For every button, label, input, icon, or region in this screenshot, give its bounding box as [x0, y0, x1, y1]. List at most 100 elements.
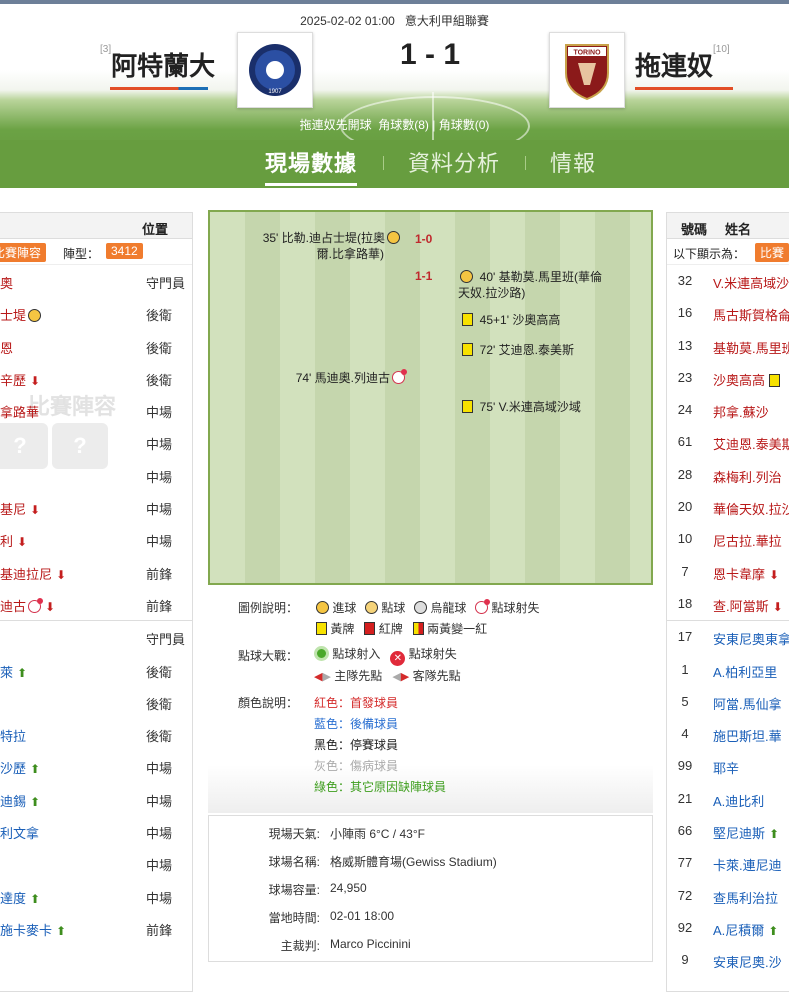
- home-player-row[interactable]: 沙歷 ⬆ 中場: [0, 750, 192, 782]
- away-player-row[interactable]: 24 邦拿.蘇沙: [667, 394, 789, 426]
- player-name[interactable]: 查馬利治拉: [713, 888, 778, 907]
- away-player-row[interactable]: 92 A.尼積爾 ⬆: [667, 912, 789, 944]
- player-name[interactable]: 森梅利.列治: [713, 467, 782, 486]
- home-player-row[interactable]: 中場: [0, 459, 192, 491]
- formation-value: 3412: [106, 243, 143, 259]
- home-player-row[interactable]: 後衛: [0, 686, 192, 718]
- player-name[interactable]: A.迪比利: [713, 791, 764, 810]
- home-player-row[interactable]: 拿路華 中場: [0, 394, 192, 426]
- player-name[interactable]: 基尼 ⬇: [0, 499, 40, 518]
- red-card-icon: [364, 622, 376, 635]
- player-name[interactable]: 沙奧高高: [713, 370, 780, 389]
- player-name[interactable]: V.米連高域沙: [713, 273, 789, 292]
- display-tag[interactable]: 比賽: [755, 243, 789, 262]
- home-team-logo[interactable]: 1907: [237, 32, 313, 108]
- player-number: 5: [681, 693, 689, 709]
- lineup-tag[interactable]: 比賽陣容: [0, 243, 47, 262]
- away-player-row[interactable]: 13 基勒莫.馬里班: [667, 330, 789, 362]
- home-team-name[interactable]: [3]阿特蘭大: [100, 44, 215, 83]
- player-name[interactable]: 艾迪恩.泰美斯: [713, 434, 789, 453]
- home-player-row[interactable]: 特拉 後衛: [0, 718, 192, 750]
- player-name[interactable]: A.尼積爾 ⬆: [713, 920, 778, 939]
- home-player-row[interactable]: 奧 守門員: [0, 265, 192, 297]
- away-player-row[interactable]: 77 卡萊.連尼迪: [667, 847, 789, 879]
- away-player-row[interactable]: 20 華倫天奴.拉沙: [667, 491, 789, 523]
- player-name[interactable]: 恩: [0, 338, 13, 357]
- home-player-row[interactable]: 利 ⬇ 中場: [0, 523, 192, 555]
- player-name[interactable]: 查.阿當斯 ⬇: [713, 596, 783, 615]
- player-name[interactable]: 安東尼奧.沙: [713, 952, 782, 971]
- first-kick-legend: ◀▶ 主隊先點 ◀▶ 客隊先點: [314, 669, 461, 683]
- player-name[interactable]: 尼古拉.華拉: [713, 531, 782, 550]
- player-name[interactable]: 沙歷 ⬆: [0, 758, 40, 777]
- tab-analysis[interactable]: 資料分析: [408, 146, 500, 178]
- player-number: 20: [677, 499, 693, 515]
- player-name[interactable]: 恩卡韋摩 ⬇: [713, 564, 779, 583]
- goal-icon: [28, 309, 42, 323]
- player-number: 92: [677, 919, 693, 935]
- player-name[interactable]: 士堤: [0, 305, 42, 324]
- player-name[interactable]: 安東尼奧東拿: [713, 629, 789, 648]
- tab-live-data[interactable]: 現場數據: [265, 146, 357, 178]
- player-name[interactable]: A.柏利亞里: [713, 662, 777, 681]
- away-player-row[interactable]: 32 V.米連高域沙: [667, 265, 789, 297]
- away-player-row[interactable]: 99 耶辛: [667, 750, 789, 782]
- player-name[interactable]: 奧: [0, 273, 13, 292]
- player-name[interactable]: 施卡麥卡 ⬆: [0, 920, 66, 939]
- player-name[interactable]: 馬古斯賀格侖: [713, 305, 789, 324]
- player-name[interactable]: 利 ⬇: [0, 531, 27, 550]
- player-name[interactable]: 卡萊.連尼迪: [713, 855, 782, 874]
- home-player-row[interactable]: 迪錫 ⬆ 中場: [0, 783, 192, 815]
- player-name[interactable]: 辛歷 ⬇: [0, 370, 40, 389]
- goal-icon: [460, 270, 473, 283]
- away-player-row[interactable]: 61 艾迪恩.泰美斯: [667, 426, 789, 458]
- away-player-row[interactable]: 18 查.阿當斯 ⬇: [667, 588, 789, 620]
- home-player-row[interactable]: 基尼 ⬇ 中場: [0, 491, 192, 523]
- player-name[interactable]: 耶辛: [713, 758, 739, 777]
- player-name[interactable]: 萊 ⬆: [0, 662, 27, 681]
- home-player-row[interactable]: 辛歷 ⬇ 後衛: [0, 362, 192, 394]
- home-player-row[interactable]: 萊 ⬆ 後衛: [0, 654, 192, 686]
- player-name[interactable]: 利文拿: [0, 823, 39, 842]
- home-player-row[interactable]: 利文拿 中場: [0, 815, 192, 847]
- away-player-row[interactable]: 5 阿當.馬仙拿: [667, 686, 789, 718]
- away-player-row[interactable]: 66 堅尼迪斯 ⬆: [667, 815, 789, 847]
- player-name[interactable]: 基迪拉尼 ⬇: [0, 564, 66, 583]
- home-player-row[interactable]: 中場: [0, 847, 192, 879]
- player-name[interactable]: 邦拿.蘇沙: [713, 402, 769, 421]
- away-player-row[interactable]: 21 A.迪比利: [667, 783, 789, 815]
- away-player-row[interactable]: 72 查馬利治拉: [667, 880, 789, 912]
- away-player-row[interactable]: 28 森梅利.列治: [667, 459, 789, 491]
- home-player-row[interactable]: 迪古 ⬇ 前鋒: [0, 588, 192, 620]
- away-player-row[interactable]: 10 尼古拉.華拉: [667, 523, 789, 555]
- tab-intel[interactable]: 情報: [550, 146, 596, 178]
- away-player-row[interactable]: 4 施巴斯坦.華: [667, 718, 789, 750]
- away-player-row[interactable]: 1 A.柏利亞里: [667, 654, 789, 686]
- player-name[interactable]: 華倫天奴.拉沙: [713, 499, 789, 518]
- home-player-row[interactable]: 達度 ⬆ 中場: [0, 880, 192, 912]
- player-position: 後衛: [146, 372, 173, 388]
- home-player-row[interactable]: 恩 後衛: [0, 330, 192, 362]
- player-name[interactable]: 拿路華: [0, 402, 39, 421]
- away-team-name[interactable]: 拖連奴[10]: [635, 44, 730, 83]
- away-player-row[interactable]: 23 沙奧高高: [667, 362, 789, 394]
- player-name[interactable]: 阿當.馬仙拿: [713, 694, 782, 713]
- away-player-row[interactable]: 16 馬古斯賀格侖: [667, 297, 789, 329]
- player-name[interactable]: 基勒莫.馬里班: [713, 338, 789, 357]
- player-name[interactable]: 迪錫 ⬆: [0, 791, 40, 810]
- home-player-row[interactable]: 基迪拉尼 ⬇ 前鋒: [0, 556, 192, 588]
- home-player-row[interactable]: 中場: [0, 426, 192, 458]
- player-number: 4: [681, 726, 689, 742]
- home-player-row[interactable]: 施卡麥卡 ⬆ 前鋒: [0, 912, 192, 944]
- home-player-row[interactable]: 守門員: [0, 621, 192, 653]
- away-player-row[interactable]: 7 恩卡韋摩 ⬇: [667, 556, 789, 588]
- home-player-row[interactable]: 士堤 後衛: [0, 297, 192, 329]
- player-name[interactable]: 特拉: [0, 726, 26, 745]
- away-player-row[interactable]: 17 安東尼奧東拿: [667, 621, 789, 653]
- player-name[interactable]: 達度 ⬆: [0, 888, 40, 907]
- player-name[interactable]: 堅尼迪斯 ⬆: [713, 823, 779, 842]
- player-name[interactable]: 施巴斯坦.華: [713, 726, 782, 745]
- away-player-row[interactable]: 9 安東尼奧.沙: [667, 944, 789, 976]
- away-team-logo[interactable]: TORINO: [549, 32, 625, 108]
- player-name[interactable]: 迪古 ⬇: [0, 596, 55, 615]
